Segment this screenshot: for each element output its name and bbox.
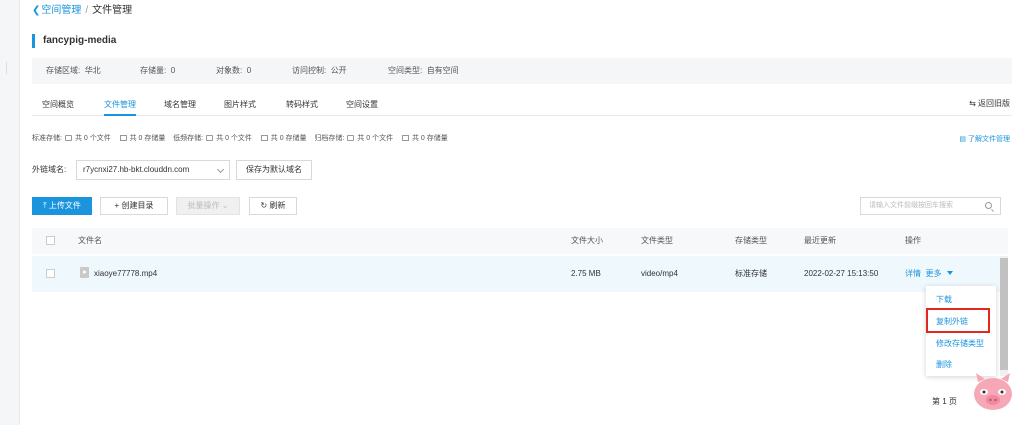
learn-file-management-link[interactable]: ▤ 了解文件管理 (959, 134, 1010, 144)
domain-label: 外链域名: (32, 165, 67, 174)
folder-icon (347, 135, 355, 141)
chevron-left-icon[interactable]: ❮ (32, 5, 40, 16)
breadcrumb-current: 文件管理 (92, 5, 133, 16)
standard-files: 共 0 个文件 (74, 135, 111, 142)
tab-file-management[interactable]: 文件管理 (104, 96, 136, 116)
tab-image-style[interactable]: 图片样式 (224, 96, 256, 116)
upload-file-button[interactable]: ⤒ 上传文件 (32, 197, 92, 215)
create-dir-label: 创建目录 (121, 201, 154, 210)
bucket-title: fancypig-media (32, 34, 116, 48)
header-ops: 操作 (905, 236, 921, 245)
standard-size: 共 0 存储量 (129, 135, 166, 142)
batch-label: 批量操作 (187, 201, 220, 210)
more-link[interactable]: 更多 (925, 269, 941, 278)
chevron-down-icon: ⌄ (221, 201, 229, 210)
header-size: 文件大小 (571, 236, 603, 245)
document-icon: ▤ (959, 136, 967, 143)
create-directory-button[interactable]: + 创建目录 (100, 197, 168, 215)
search-input[interactable]: 请输入文件前缀按回车搜索 (860, 197, 1001, 215)
low-freq-files: 共 0 个文件 (216, 135, 252, 142)
menu-change-storage-type[interactable]: 修改存储类型 (936, 338, 984, 349)
pig-mascot-icon[interactable] (970, 370, 1016, 412)
menu-download[interactable]: 下载 (936, 294, 952, 305)
tab-bucket-settings[interactable]: 空间设置 (346, 96, 378, 116)
tab-domain-management[interactable]: 域名管理 (164, 96, 196, 116)
breadcrumb-parent[interactable]: 空间管理 (41, 5, 81, 16)
back-old-label: 返回旧版 (978, 99, 1010, 108)
domain-value: r7ycnxi27.hb-bkt.clouddn.com (83, 165, 190, 174)
search-icon[interactable] (985, 202, 992, 209)
file-name: xiaoye77778.mp4 (94, 269, 158, 278)
video-file-icon (80, 267, 89, 278)
learn-link-label: 了解文件管理 (968, 136, 1010, 143)
domain-select[interactable]: r7ycnxi27.hb-bkt.clouddn.com (76, 160, 230, 180)
left-sidebar (0, 0, 20, 425)
file-type: video/mp4 (641, 269, 678, 278)
batch-operation-button[interactable]: 批量操作 ⌄ (176, 197, 240, 215)
refresh-icon: ↻ (260, 201, 268, 210)
file-size: 2.75 MB (571, 269, 601, 278)
copy-link-highlight (926, 308, 990, 333)
objects-info: 对象数: 0 (216, 66, 252, 75)
row-checkbox[interactable] (46, 269, 55, 278)
header-storage: 存储类型 (735, 236, 767, 245)
region-info: 存储区域: 华北 (46, 66, 101, 75)
standard-storage-label: 标准存储: (32, 135, 62, 142)
folder-icon (64, 135, 72, 141)
refresh-button[interactable]: ↻ 刷新 (249, 197, 297, 215)
main-content: ❮空间管理 / 文件管理 fancypig-media 存储区域: 华北 存储量: … (20, 0, 1024, 425)
archive-files: 共 0 个文件 (357, 135, 394, 142)
breadcrumb-separator: / (85, 5, 89, 16)
tab-overview[interactable]: 空间概览 (42, 96, 74, 116)
swap-icon: ⇆ (969, 99, 976, 108)
chevron-down-icon[interactable] (947, 271, 954, 275)
archive-label: 归档存储: (314, 135, 345, 142)
table-header: 文件名 文件大小 文件类型 存储类型 最近更新 操作 (32, 228, 1008, 254)
folder-icon (206, 135, 214, 141)
access-info: 访问控制: 公开 (292, 66, 347, 75)
header-updated: 最近更新 (804, 236, 836, 245)
menu-delete[interactable]: 删除 (936, 359, 952, 370)
storage-icon (260, 135, 268, 141)
storage-stats: 标准存储: 共 0 个文件 共 0 存储量 低频存储: 共 0 个文件 共 0 存储… (32, 134, 448, 144)
tab-transcode-style[interactable]: 转码样式 (286, 96, 318, 116)
scrollbar-thumb[interactable] (1000, 258, 1008, 370)
low-freq-size: 共 0 存储量 (270, 135, 307, 142)
breadcrumb: ❮空间管理 / 文件管理 (32, 4, 132, 18)
plus-icon: + (114, 201, 120, 210)
upload-label: 上传文件 (48, 201, 81, 210)
archive-size: 共 0 存储量 (411, 135, 448, 142)
header-name: 文件名 (78, 236, 102, 245)
select-all-checkbox[interactable] (46, 236, 55, 245)
bucket-info-bar: 存储区域: 华北 存储量: 0 对象数: 0 访问控制: 公开 空间类型: 自有… (32, 58, 1012, 84)
search-placeholder: 请输入文件前缀按回车搜索 (869, 202, 953, 209)
chevron-down-icon (216, 165, 225, 174)
page-indicator: 第 1 页 (932, 397, 957, 406)
save-default-domain-button[interactable]: 保存为默认域名 (236, 160, 312, 180)
back-to-old-version[interactable]: ⇆ 返回旧版 (969, 98, 1010, 109)
refresh-label: 刷新 (269, 201, 286, 210)
header-type: 文件类型 (641, 236, 673, 245)
bucket-type-info: 空间类型: 自有空间 (388, 66, 459, 75)
low-freq-label: 低频存储: (173, 135, 204, 142)
upload-icon: ⤒ (43, 201, 47, 210)
storage-info: 存储量: 0 (140, 66, 176, 75)
storage-icon (119, 135, 127, 141)
sidebar-divider (6, 62, 14, 74)
storage-type: 标准存储 (735, 269, 767, 278)
storage-icon (401, 135, 409, 141)
updated-time: 2022-02-27 15:13:50 (804, 269, 879, 278)
tab-bar: 空间概览 文件管理 域名管理 图片样式 转码样式 空间设置 (32, 96, 1012, 116)
file-name-cell[interactable]: xiaoye77778.mp4 (80, 256, 157, 292)
detail-link[interactable]: 详情 (905, 269, 921, 278)
table-row[interactable]: xiaoye77778.mp4 2.75 MB video/mp4 标准存储 2… (32, 256, 1008, 292)
